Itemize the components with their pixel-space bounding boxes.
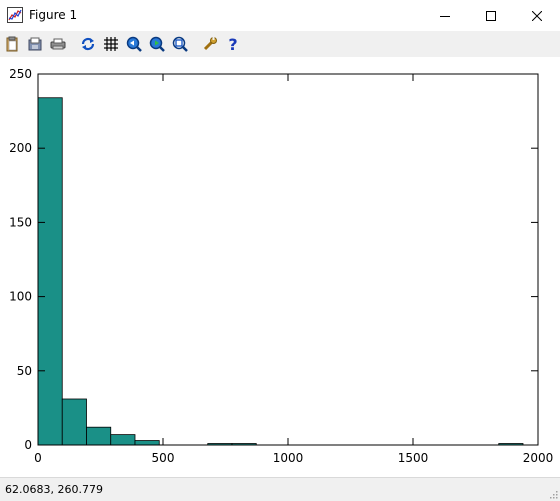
zoom-out-button[interactable]	[147, 34, 167, 54]
save-icon	[28, 37, 42, 51]
zoom-in-button[interactable]	[124, 34, 144, 54]
histogram-bar	[37, 97, 63, 446]
x-tick-label: 500	[152, 451, 175, 465]
plot-area[interactable]: 0 500 1000 1500 2000 0 50 100 150 200 250	[0, 57, 560, 477]
y-tick-label: 100	[9, 290, 32, 304]
y-tick-label: 0	[24, 438, 32, 452]
histogram-bar	[86, 426, 112, 446]
axes-box	[37, 73, 539, 446]
help-button[interactable]: ?	[223, 34, 243, 54]
histogram-bar	[134, 440, 160, 446]
print-icon	[50, 38, 66, 50]
help-icon: ?	[228, 36, 237, 52]
refresh-icon	[81, 37, 95, 51]
settings-button[interactable]	[200, 34, 220, 54]
minimize-button[interactable]	[422, 0, 468, 31]
grid-icon	[104, 37, 118, 51]
window-title: Figure 1	[29, 8, 78, 22]
maximize-icon	[486, 10, 496, 21]
y-tick-label: 50	[17, 364, 32, 378]
zoom-out-icon	[149, 36, 165, 52]
close-icon	[532, 10, 542, 21]
x-tick-label: 0	[34, 451, 42, 465]
minimize-icon	[440, 15, 450, 17]
zoom-in-icon	[126, 36, 142, 52]
x-tick-label: 2000	[523, 451, 554, 465]
histogram-bar	[61, 398, 87, 446]
toolbar: ?	[0, 31, 560, 57]
resize-grip-icon[interactable]	[548, 489, 558, 499]
y-tick-label: 150	[9, 215, 32, 229]
cursor-coordinates: 62.0683, 260.779	[5, 483, 103, 496]
grid-button[interactable]	[101, 34, 121, 54]
y-tick-label: 250	[9, 67, 32, 81]
x-tick-label: 1000	[273, 451, 304, 465]
zoom-fit-button[interactable]	[170, 34, 190, 54]
y-tick-label: 200	[9, 141, 32, 155]
title-bar: Figure 1	[0, 0, 560, 31]
copy-icon	[6, 36, 18, 52]
status-bar: 62.0683, 260.779	[0, 477, 560, 501]
figure-app-icon	[7, 7, 23, 23]
histogram-chart: 0 500 1000 1500 2000 0 50 100 150 200 250	[9, 67, 554, 465]
maximize-button[interactable]	[468, 0, 514, 31]
close-button[interactable]	[514, 0, 560, 31]
x-tick-label: 1500	[398, 451, 429, 465]
settings-icon	[203, 37, 217, 51]
svg-text:?: ?	[228, 36, 237, 52]
save-button[interactable]	[25, 34, 45, 54]
zoom-fit-icon	[172, 36, 188, 52]
refresh-button[interactable]	[78, 34, 98, 54]
print-button[interactable]	[48, 34, 68, 54]
copy-button[interactable]	[2, 34, 22, 54]
histogram-bar	[110, 434, 136, 446]
